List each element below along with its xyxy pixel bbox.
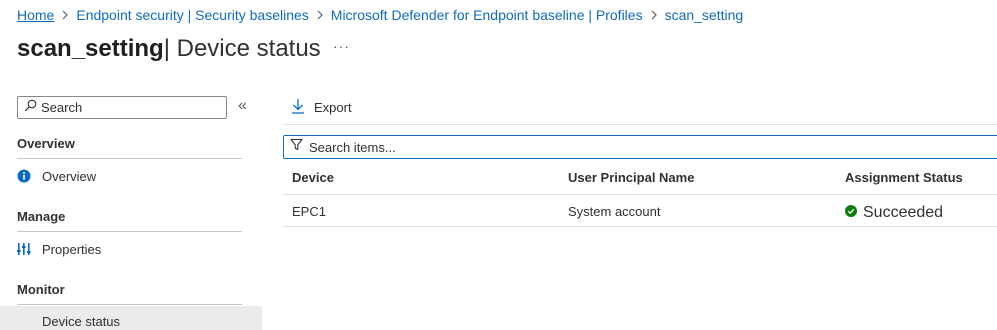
breadcrumb-security-baselines-link[interactable]: Endpoint security | Security baselines bbox=[76, 7, 308, 23]
breadcrumb: Home Endpoint security | Security baseli… bbox=[17, 6, 743, 24]
sidebar-section-manage: Manage bbox=[17, 209, 66, 224]
filter-search-input[interactable] bbox=[309, 139, 909, 155]
sidebar-item-device-status[interactable] bbox=[0, 306, 262, 330]
properties-icon bbox=[17, 242, 31, 256]
info-icon bbox=[17, 169, 31, 183]
page-title: scan_setting | Device status bbox=[17, 34, 321, 64]
divider bbox=[283, 124, 997, 125]
divider bbox=[283, 194, 997, 195]
sidebar-section-monitor: Monitor bbox=[17, 282, 65, 297]
cell-device[interactable]: EPC1 bbox=[292, 204, 326, 219]
sidebar-item-properties[interactable]: Properties bbox=[17, 238, 242, 260]
sidebar-section-overview: Overview bbox=[17, 136, 75, 151]
divider bbox=[283, 226, 997, 227]
page-title-main: scan_setting bbox=[17, 35, 164, 62]
sidebar-item-label: Properties bbox=[42, 241, 102, 257]
chevron-right-icon bbox=[643, 6, 665, 24]
column-header-upn[interactable]: User Principal Name bbox=[568, 170, 694, 185]
sidebar-item-overview[interactable]: Overview bbox=[17, 165, 242, 187]
cell-upn: System account bbox=[568, 204, 661, 219]
export-label: Export bbox=[314, 99, 352, 115]
breadcrumb-home-link[interactable]: Home bbox=[17, 7, 54, 23]
sidebar-item-label[interactable]: Device status bbox=[42, 314, 120, 329]
sidebar-item-label: Overview bbox=[42, 168, 97, 184]
divider bbox=[17, 158, 242, 159]
column-header-assignment-status[interactable]: Assignment Status bbox=[845, 170, 963, 185]
cell-assignment-status: Succeeded bbox=[845, 204, 943, 222]
collapse-sidebar-button[interactable]: « bbox=[238, 97, 254, 117]
column-header-device[interactable]: Device bbox=[292, 170, 334, 185]
breadcrumb-profiles-link[interactable]: Microsoft Defender for Endpoint baseline… bbox=[331, 7, 643, 23]
chevron-right-icon bbox=[309, 6, 331, 24]
sidebar-search-input[interactable] bbox=[41, 100, 211, 115]
filter-search-box[interactable] bbox=[283, 135, 997, 159]
divider bbox=[17, 304, 242, 305]
status-label: Succeeded bbox=[863, 204, 944, 221]
chevron-right-icon bbox=[54, 6, 76, 24]
check-circle-icon bbox=[845, 204, 863, 222]
more-options-button[interactable]: ··· bbox=[333, 38, 350, 54]
download-icon bbox=[291, 98, 314, 117]
breadcrumb-scan-setting-link[interactable]: scan_setting bbox=[665, 7, 744, 23]
page-title-sub: | Device status bbox=[163, 35, 321, 62]
sidebar-search-box[interactable] bbox=[17, 96, 227, 119]
export-button[interactable]: Export bbox=[291, 97, 352, 117]
filter-icon bbox=[290, 138, 303, 156]
search-icon bbox=[24, 99, 37, 117]
divider bbox=[17, 231, 242, 232]
